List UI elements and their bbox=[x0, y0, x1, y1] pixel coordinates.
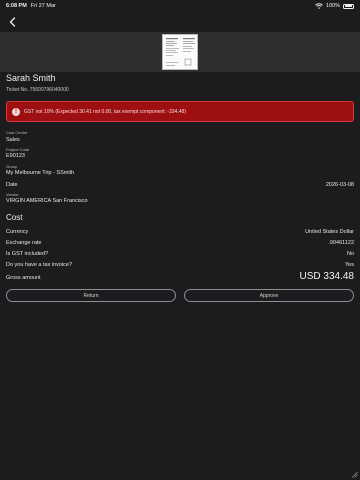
project-code-label: Project Code bbox=[6, 147, 30, 152]
receipt-thumbnail[interactable] bbox=[162, 34, 198, 70]
cost-section-title: Cost bbox=[6, 213, 23, 222]
gst-warning-banner: ! GST not 10% (Expected 30.41 not 0.00, … bbox=[6, 101, 354, 122]
vendor-label: Vendor bbox=[6, 192, 19, 197]
date-value: 2026-03-08 bbox=[325, 182, 354, 188]
group-value[interactable]: My Melbourne Trip - SSmith bbox=[6, 170, 74, 176]
status-time: 6:08 PM bbox=[6, 3, 27, 9]
resize-handle-icon[interactable] bbox=[351, 471, 358, 478]
warning-text: GST not 10% (Expected 30.41 not 0.00, ta… bbox=[24, 108, 186, 115]
employee-name: Sarah Smith bbox=[6, 73, 56, 83]
status-right: 100% bbox=[314, 3, 354, 9]
exchange-rate-label: Exchange rate bbox=[6, 240, 42, 246]
date-label: Date bbox=[6, 182, 18, 188]
cost-centre-value[interactable]: Sales bbox=[6, 137, 20, 143]
exchange-rate-row[interactable]: Exchange rate .90461122 bbox=[6, 239, 354, 247]
gross-amount-label: Gross amount bbox=[6, 275, 41, 281]
tax-invoice-label: Do you have a tax invoice? bbox=[6, 262, 73, 268]
tax-invoice-row[interactable]: Do you have a tax invoice? Yes bbox=[6, 261, 354, 269]
approve-button[interactable]: Approve bbox=[184, 289, 354, 302]
gst-included-label: Is GST included? bbox=[6, 251, 49, 257]
group-label: Group bbox=[6, 164, 18, 169]
ticket-number: Ticket No. 75600796040000 bbox=[6, 87, 69, 93]
tax-invoice-value: Yes bbox=[345, 262, 354, 268]
project-code-value[interactable]: E90123 bbox=[6, 153, 25, 159]
status-bar: 6:08 PM Fri 27 Mar 100% bbox=[0, 0, 360, 12]
battery-percent: 100% bbox=[325, 3, 340, 9]
currency-label: Currency bbox=[6, 229, 29, 235]
return-button[interactable]: Return bbox=[6, 289, 176, 302]
battery-icon bbox=[343, 3, 354, 9]
alert-circle-icon: ! bbox=[12, 107, 20, 116]
chevron-left-icon bbox=[9, 17, 15, 27]
nav-bar bbox=[0, 12, 360, 32]
back-button[interactable] bbox=[5, 15, 19, 29]
currency-row[interactable]: Currency United States Dollar bbox=[6, 228, 354, 236]
gst-included-row[interactable]: Is GST included? No bbox=[6, 250, 354, 258]
cost-centre-label: Cost Centre bbox=[6, 130, 28, 135]
wifi-icon bbox=[314, 3, 323, 9]
currency-value: United States Dollar bbox=[305, 229, 354, 235]
gst-included-value: No bbox=[346, 251, 354, 257]
battery-fill bbox=[344, 5, 353, 7]
status-date: Fri 27 Mar bbox=[30, 3, 56, 9]
date-row[interactable]: Date 2026-03-08 bbox=[6, 181, 354, 189]
gross-amount-value: USD 334.48 bbox=[299, 271, 354, 282]
receipt-image bbox=[166, 38, 195, 66]
vendor-value[interactable]: VIRGIN AMERICA San Francisco bbox=[6, 198, 88, 204]
receipt-preview-band bbox=[0, 32, 360, 72]
exchange-rate-value: .90461122 bbox=[328, 240, 354, 246]
